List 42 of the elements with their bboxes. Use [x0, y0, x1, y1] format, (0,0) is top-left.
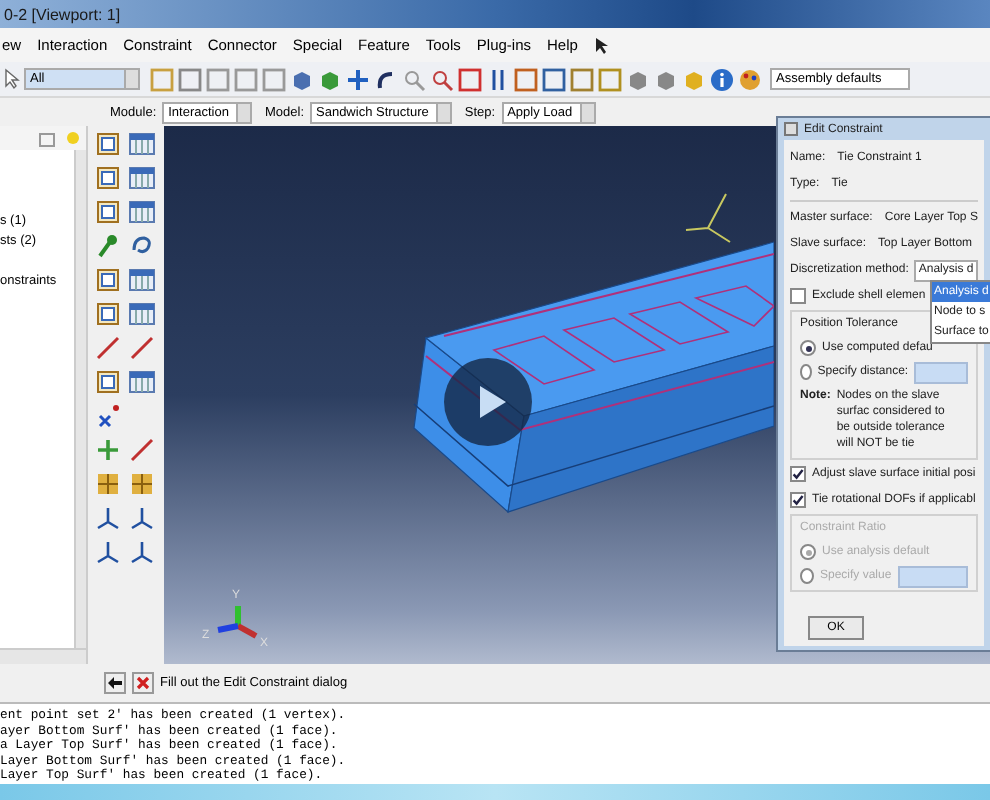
frame-icon[interactable]: [94, 130, 122, 158]
axis-triad-icon: [217, 606, 258, 639]
radio-button[interactable]: [800, 364, 812, 380]
window-title: 0-2 [Viewport: 1]: [4, 5, 121, 23]
checkbox[interactable]: [790, 466, 806, 482]
line-icon[interactable]: [128, 334, 156, 362]
back-arrow-icon[interactable]: [104, 672, 126, 694]
rotate-icon[interactable]: [374, 67, 398, 91]
plus-icon[interactable]: [94, 436, 122, 464]
point-icon[interactable]: [94, 402, 122, 430]
frame-icon[interactable]: [94, 266, 122, 294]
palette-icon[interactable]: [738, 67, 762, 91]
checkbox[interactable]: [790, 288, 806, 304]
checkbox[interactable]: [790, 492, 806, 508]
frame-icon[interactable]: [94, 198, 122, 226]
cancel-icon[interactable]: [132, 672, 154, 694]
folder-icon[interactable]: [38, 129, 56, 147]
cube-icon[interactable]: [318, 67, 342, 91]
cube-icon[interactable]: [290, 67, 314, 91]
distance-field[interactable]: [914, 361, 968, 383]
square-icon[interactable]: [178, 67, 202, 91]
square-icon[interactable]: [234, 67, 258, 91]
radio-button[interactable]: [800, 340, 816, 356]
line-icon[interactable]: [128, 436, 156, 464]
cube-icon[interactable]: [654, 67, 678, 91]
pin-icon[interactable]: [94, 232, 122, 260]
scroll-bar[interactable]: [74, 150, 86, 648]
scroll-bar[interactable]: [0, 648, 86, 664]
square-icon[interactable]: [206, 67, 230, 91]
line-icon[interactable]: [94, 334, 122, 362]
pointer-icon[interactable]: [4, 68, 20, 90]
frame-icon[interactable]: [94, 368, 122, 396]
frame-icon[interactable]: [94, 300, 122, 328]
info-icon[interactable]: [710, 67, 734, 91]
square-icon[interactable]: [262, 67, 286, 91]
cross-arrows-icon[interactable]: [346, 67, 370, 91]
window-icon: [784, 122, 798, 136]
help-pointer-icon[interactable]: [593, 35, 612, 55]
frame-icon[interactable]: [94, 164, 122, 192]
cube-icon[interactable]: [626, 67, 650, 91]
axis-triad-icon: [685, 193, 731, 243]
magnifier-icon[interactable]: [430, 67, 454, 91]
